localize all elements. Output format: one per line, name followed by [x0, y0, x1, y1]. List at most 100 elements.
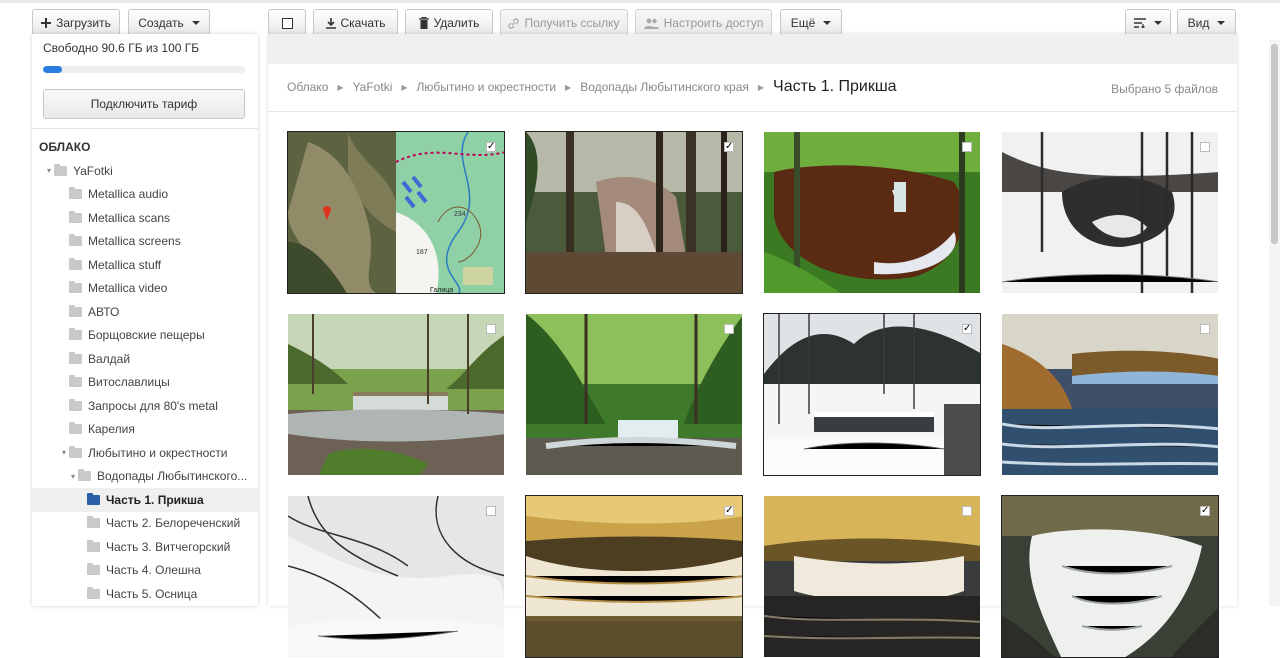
tree-item[interactable]: Metallica screens	[32, 230, 258, 254]
sort-icon	[1134, 18, 1146, 28]
checked-checkbox-icon[interactable]: ✓	[724, 142, 734, 152]
folder-icon	[87, 539, 100, 552]
photo-thumbnail[interactable]	[763, 495, 981, 658]
tree-item[interactable]: Карелия	[32, 418, 258, 442]
photo-thumbnail[interactable]	[1001, 131, 1219, 294]
tree-item[interactable]: Запросы для 80's metal	[32, 394, 258, 418]
checked-checkbox-icon[interactable]: ✓	[724, 506, 734, 516]
checkbox-icon[interactable]	[1200, 324, 1210, 334]
tree-item[interactable]: Metallica audio	[32, 183, 258, 207]
tree-item-label: Любытино и окрестности	[88, 445, 228, 460]
tree-item-label: Metallica scans	[88, 210, 171, 225]
collapse-arrow-icon[interactable]: ▾	[59, 448, 69, 457]
tree-item[interactable]: Борщовские пещеры	[32, 324, 258, 348]
sort-button[interactable]	[1125, 9, 1171, 37]
folder-icon	[69, 281, 82, 294]
tree-item-label: Metallica stuff	[88, 257, 162, 272]
collapse-arrow-icon[interactable]: ▾	[44, 166, 54, 175]
chevron-down-icon	[1154, 21, 1162, 25]
photo-thumbnail[interactable]: ✓	[525, 131, 743, 294]
checkbox-icon[interactable]	[486, 506, 496, 516]
more-label: Ещё	[790, 16, 816, 30]
tree-item-label: Карелия	[88, 422, 135, 437]
folder-icon	[69, 375, 82, 388]
breadcrumb-link[interactable]: Облако	[287, 80, 328, 94]
tree-item[interactable]: Metallica video	[32, 277, 258, 301]
tree-item[interactable]: Часть 1. Прикша	[32, 488, 258, 512]
tree-item[interactable]: ▾ Любытино и окрестности	[32, 441, 258, 465]
breadcrumb-link[interactable]: YaFotki	[353, 80, 393, 94]
breadcrumb-arrow-icon: ▶	[401, 82, 408, 92]
upload-button[interactable]: Загрузить	[32, 9, 120, 37]
photo-thumbnail[interactable]	[763, 131, 981, 294]
svg-text:234: 234	[454, 211, 466, 218]
tree-item-label: АВТО	[88, 304, 120, 319]
photo-image	[526, 132, 742, 293]
folder-icon	[69, 210, 82, 223]
share-button[interactable]: Настроить доступ	[635, 9, 772, 37]
collapse-arrow-icon[interactable]: ▾	[68, 472, 78, 481]
photo-image	[1002, 132, 1218, 293]
chevron-down-icon	[191, 21, 200, 25]
get-link-button[interactable]: Получить ссылку	[500, 9, 628, 37]
scrollbar-thumb[interactable]	[1271, 44, 1278, 244]
photo-thumbnail[interactable]: 234 187 Галица ✓	[287, 131, 505, 294]
tree-item[interactable]: Часть 3. Витчегорский	[32, 535, 258, 559]
folder-icon	[78, 469, 91, 482]
tree-item-label: Валдай	[88, 351, 131, 366]
tree-item[interactable]: ▾ YaFotki	[32, 159, 258, 183]
sidebar-divider	[32, 128, 258, 129]
header-band	[268, 34, 1237, 64]
view-button[interactable]: Вид	[1177, 9, 1236, 37]
tree-item[interactable]: Часть 2. Белореченский	[32, 512, 258, 536]
tree-item[interactable]: Валдай	[32, 347, 258, 371]
tree-item-label: Metallica screens	[88, 234, 181, 249]
get-link-label: Получить ссылку	[524, 16, 620, 30]
folder-icon	[54, 163, 67, 176]
tree-item[interactable]: Часть 5. Осница	[32, 582, 258, 606]
photo-image	[288, 314, 504, 475]
tree-item[interactable]: Витославлицы	[32, 371, 258, 395]
checkbox-icon[interactable]	[962, 506, 972, 516]
breadcrumb-link[interactable]: Любытино и окрестности	[417, 80, 557, 94]
download-button[interactable]: Скачать	[313, 9, 398, 37]
photo-thumbnail[interactable]: ✓	[1001, 495, 1219, 658]
tree-item[interactable]: Metallica stuff	[32, 253, 258, 277]
breadcrumb-divider	[268, 111, 1237, 112]
photo-image	[1002, 314, 1218, 475]
checkbox-icon[interactable]	[724, 324, 734, 334]
checked-checkbox-icon[interactable]: ✓	[486, 142, 496, 152]
tree-item[interactable]: АВТО	[32, 300, 258, 324]
photo-thumbnail[interactable]: ✓	[763, 313, 981, 476]
photo-thumbnail[interactable]	[1001, 313, 1219, 476]
tree-item-label: YaFotki	[73, 163, 113, 178]
photo-thumbnail[interactable]: ✓	[525, 495, 743, 658]
connect-plan-button[interactable]: Подключить тариф	[43, 89, 245, 119]
file-browser: Облако ▶ YaFotki ▶ Любытино и окрестности ▶ Во…	[268, 34, 1237, 658]
create-button[interactable]: Создать	[128, 9, 210, 37]
tree-item[interactable]: Часть 4. Олешна	[32, 559, 258, 583]
photo-thumbnail[interactable]	[287, 313, 505, 476]
tree-item-label: Часть 3. Витчегорский	[106, 539, 231, 554]
checkbox-icon[interactable]	[1200, 142, 1210, 152]
delete-button[interactable]: Удалить	[405, 9, 493, 37]
more-button[interactable]: Ещё	[780, 9, 842, 37]
photo-thumbnail[interactable]	[287, 495, 505, 658]
breadcrumb-link[interactable]: Водопады Любытинского края	[580, 80, 749, 94]
folder-icon	[69, 328, 82, 341]
tree-item-label: Metallica video	[88, 281, 168, 296]
checked-checkbox-icon[interactable]: ✓	[962, 324, 972, 334]
checkbox-icon[interactable]	[962, 142, 972, 152]
delete-label: Удалить	[433, 16, 480, 30]
selection-info: Выбрано 5 файлов	[1111, 82, 1218, 96]
checked-checkbox-icon[interactable]: ✓	[1200, 506, 1210, 516]
tree-item[interactable]: Metallica scans	[32, 206, 258, 230]
tree-item[interactable]: ▾ Водопады Любытинского...	[32, 465, 258, 489]
plus-icon	[41, 18, 52, 28]
page-scrollbar[interactable]	[1269, 40, 1280, 606]
photo-thumbnail[interactable]	[525, 313, 743, 476]
checkbox-icon	[281, 17, 293, 29]
checkbox-icon[interactable]	[486, 324, 496, 334]
create-label: Создать	[138, 16, 184, 30]
select-all-checkbox[interactable]	[268, 9, 306, 37]
